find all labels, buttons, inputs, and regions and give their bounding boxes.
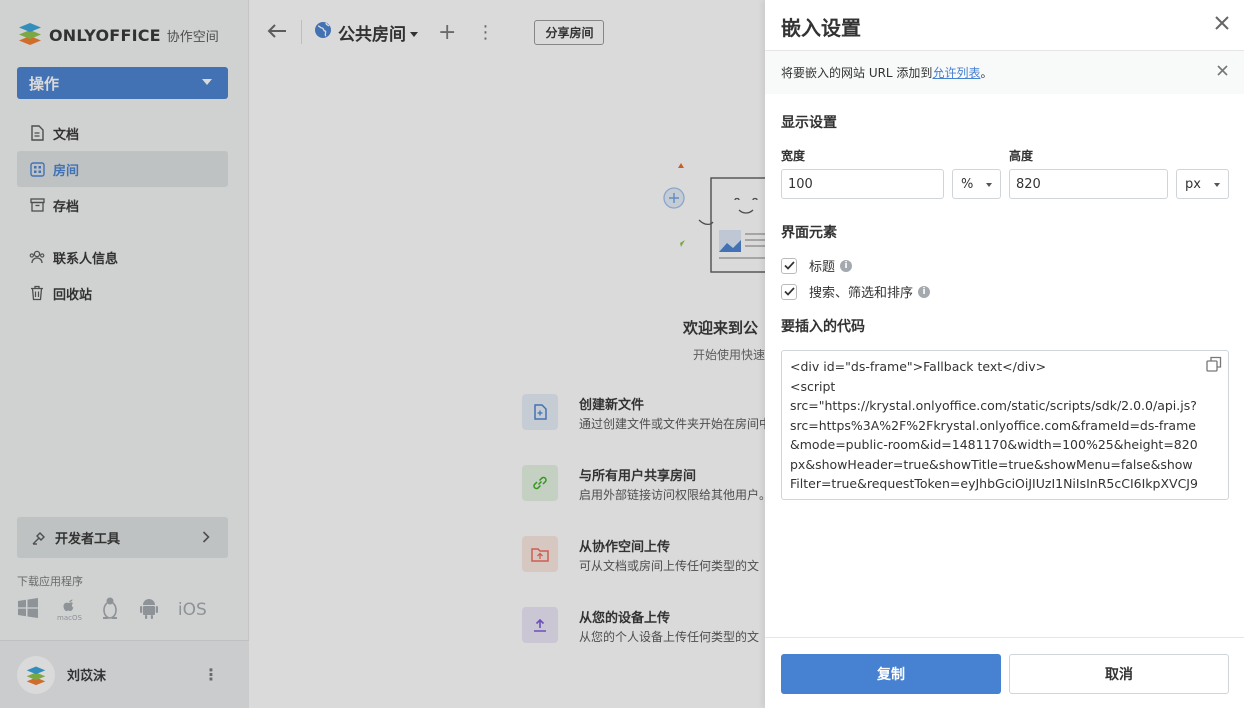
checkbox-search-row[interactable]: 搜索、筛选和排序 i [781, 282, 931, 301]
caret-down-icon [986, 183, 992, 187]
height-value: 820 [1016, 176, 1041, 192]
display-settings-heading: 显示设置 [781, 115, 837, 131]
allowlist-link[interactable]: 允许列表 [932, 64, 980, 81]
close-icon[interactable] [1214, 12, 1230, 36]
panel-title: 嵌入设置 [781, 16, 861, 40]
height-unit-select[interactable]: px [1176, 169, 1229, 199]
checkbox-label: 标题 [809, 260, 836, 275]
caret-down-icon [1214, 183, 1220, 187]
copy-button[interactable]: 复制 [781, 654, 1001, 694]
width-label: 宽度 [781, 149, 806, 163]
embed-settings-panel: 嵌入设置 将要嵌入的网站 URL 添加到 允许列表。 显示设置 宽度 100 % … [765, 0, 1244, 708]
width-unit-value: % [961, 176, 974, 192]
close-notice-icon[interactable] [1217, 62, 1228, 80]
modal-backdrop[interactable] [0, 0, 765, 708]
notice-text: 将要嵌入的网站 URL 添加到 [781, 66, 933, 80]
checkbox-title[interactable] [781, 257, 797, 274]
divider [765, 637, 1244, 638]
checkbox-label: 搜索、筛选和排序 [809, 286, 914, 301]
height-input[interactable]: 820 [1009, 169, 1168, 199]
embed-code-heading: 要插入的代码 [781, 319, 865, 335]
width-value: 100 [788, 176, 813, 192]
width-input[interactable]: 100 [781, 169, 944, 199]
height-label: 高度 [1009, 149, 1034, 163]
info-icon[interactable]: i [840, 259, 853, 272]
checkbox-title-row[interactable]: 标题 i [781, 256, 853, 275]
copy-icon[interactable] [1206, 356, 1222, 376]
cancel-button[interactable]: 取消 [1009, 654, 1229, 694]
notice-text-end: 。 [980, 66, 993, 80]
embed-code-textarea[interactable]: <div id="ds-frame">Fallback text</div> <… [781, 350, 1229, 500]
interface-elements-heading: 界面元素 [781, 225, 837, 241]
height-unit-value: px [1185, 176, 1201, 192]
info-icon[interactable]: i [918, 285, 931, 298]
allowlist-notice: 将要嵌入的网站 URL 添加到 允许列表。 [765, 51, 1244, 94]
checkbox-search-filter-sort[interactable] [781, 283, 797, 300]
width-unit-select[interactable]: % [952, 169, 1001, 199]
